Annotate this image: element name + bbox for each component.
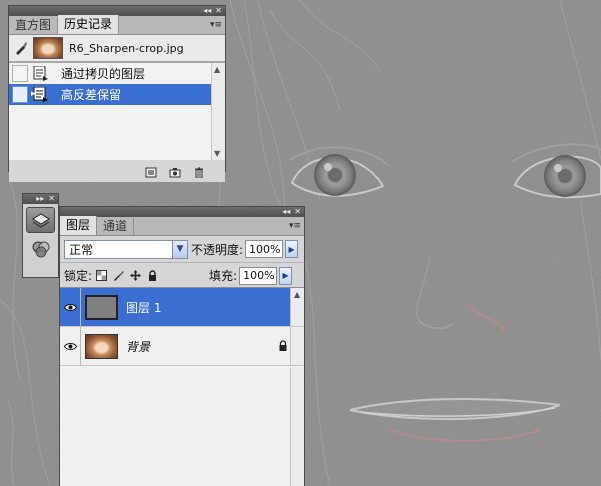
channels-panel-button[interactable]: [26, 236, 55, 262]
layer-row-selected[interactable]: 图层 1 ▲: [60, 287, 304, 327]
expand-icon[interactable]: ▸▸: [36, 194, 44, 204]
lock-label: 锁定:: [64, 269, 93, 283]
layer-name[interactable]: 背景: [126, 338, 150, 355]
fill-label: 填充:: [209, 269, 238, 283]
lock-fill-row: 锁定: 填充: 100% ▶: [60, 262, 304, 288]
layers-panel-icon: [31, 213, 50, 228]
lock-image-pixels-icon[interactable]: [113, 270, 125, 281]
history-scrollbar[interactable]: ▲ ▼: [211, 63, 225, 160]
channels-panel-icon: [32, 241, 49, 258]
history-tab-row: 直方图 历史记录 ▾≡: [9, 15, 225, 35]
chevron-down-icon[interactable]: ▼: [172, 240, 187, 258]
opacity-label: 不透明度:: [191, 242, 244, 257]
blend-mode-select[interactable]: 正常 ▼: [64, 239, 188, 259]
history-brush-source-icon[interactable]: [9, 36, 33, 60]
opacity-input[interactable]: 100%: [245, 240, 284, 258]
history-state-label: 通过拷贝的图层: [61, 67, 146, 81]
panel-dock: ▸▸ ✕: [22, 193, 59, 278]
fill-input[interactable]: 100%: [239, 266, 278, 285]
history-state-icon: [31, 66, 51, 81]
history-source-checkbox[interactable]: [12, 86, 28, 103]
blend-opacity-row: 正常 ▼ 不透明度: 100% ▶: [60, 236, 304, 262]
eye-icon: [63, 342, 77, 350]
layers-list: 图层 1 ▲ 背景: [60, 287, 304, 486]
layer-list-empty-area[interactable]: [290, 368, 304, 486]
tab-layers[interactable]: 图层: [60, 216, 98, 235]
lock-icon: [279, 340, 287, 351]
history-source-checkbox[interactable]: [12, 65, 28, 82]
snapshot-name: R6_Sharpen-crop.jpg: [69, 41, 184, 55]
lock-transparent-pixels-icon[interactable]: [96, 270, 108, 281]
history-state-row[interactable]: 通过拷贝的图层: [9, 63, 225, 84]
layer-row[interactable]: 背景: [60, 326, 304, 366]
collapse-icon[interactable]: ◂◂: [203, 6, 211, 16]
history-states-list: 通过拷贝的图层 高反差保留 ▸ ▲ ▼: [9, 63, 225, 160]
history-panel: ◂◂ ✕ 直方图 历史记录 ▾≡ R6_Sharpen-crop.jpg 通过拷…: [8, 5, 226, 182]
layers-tab-row: 图层 通道 ▾≡: [60, 216, 304, 236]
new-document-from-state-icon[interactable]: [145, 167, 157, 178]
layer-visibility-toggle[interactable]: [60, 326, 81, 366]
panel-menu-icon[interactable]: ▾≡: [210, 19, 222, 31]
layer-list-scrollbar[interactable]: [290, 327, 304, 365]
camera-snapshot-icon[interactable]: [169, 167, 181, 178]
layer-thumbnail: [85, 333, 118, 359]
tab-history[interactable]: 历史记录: [58, 15, 120, 34]
blend-mode-value: 正常: [69, 242, 94, 257]
fill-slider-button[interactable]: ▶: [279, 266, 293, 285]
tab-histogram[interactable]: 直方图: [9, 17, 59, 34]
layers-panel-button[interactable]: [26, 207, 55, 233]
history-state-label: 高反差保留: [61, 88, 122, 102]
close-icon[interactable]: ✕: [48, 194, 55, 204]
history-state-row-selected[interactable]: 高反差保留 ▸: [9, 84, 225, 105]
close-icon[interactable]: ✕: [215, 6, 222, 16]
panel-menu-icon[interactable]: ▾≡: [289, 220, 301, 232]
collapse-icon[interactable]: ◂◂: [282, 207, 290, 217]
scroll-up-icon[interactable]: ▲: [294, 290, 300, 299]
history-snapshot-row[interactable]: R6_Sharpen-crop.jpg: [9, 35, 225, 63]
layer-visibility-toggle[interactable]: [60, 287, 81, 327]
scroll-up-icon[interactable]: ▲: [214, 65, 220, 74]
trash-icon[interactable]: [193, 167, 205, 178]
layer-name[interactable]: 图层 1: [126, 299, 161, 316]
eye-icon: [63, 303, 77, 311]
layers-panel: ◂◂ ✕ 图层 通道 ▾≡ 正常 ▼ 不透明度: 100% ▶ 锁定: 填充: …: [59, 206, 305, 486]
current-state-marker-icon: ▸: [31, 89, 36, 99]
scroll-down-icon[interactable]: ▼: [214, 149, 220, 158]
close-icon[interactable]: ✕: [294, 207, 301, 217]
tab-channels[interactable]: 通道: [97, 218, 135, 235]
snapshot-thumbnail: [33, 37, 63, 59]
layer-row-scrollbar[interactable]: ▲: [290, 288, 304, 326]
layer-thumbnail: [85, 294, 118, 320]
history-footer: [9, 162, 225, 182]
lock-position-icon[interactable]: [130, 270, 142, 281]
opacity-slider-button[interactable]: ▶: [285, 240, 299, 258]
dock-titlebar[interactable]: ▸▸ ✕: [23, 194, 58, 204]
lock-all-icon[interactable]: [147, 270, 158, 281]
